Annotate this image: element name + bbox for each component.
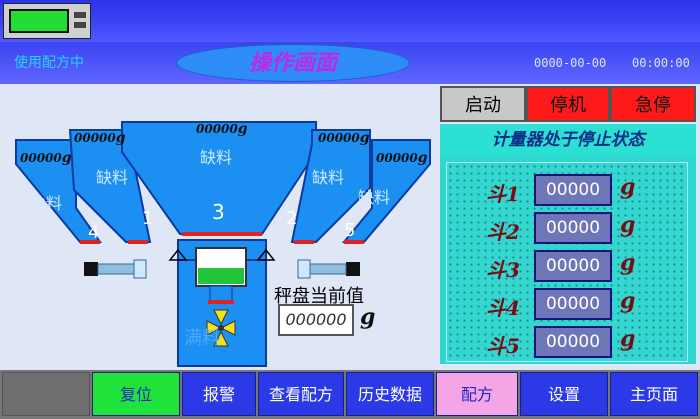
nav-blank-slot [2, 372, 90, 416]
hopper-5-status: 缺料 [358, 188, 391, 207]
hopper-4-status: 缺料 [30, 194, 63, 213]
start-button[interactable]: 启动 [440, 86, 526, 122]
alarm-button[interactable]: 报警 [182, 372, 256, 416]
stop-button[interactable]: 停机 [526, 86, 610, 122]
bucket-5-value: 00000 [534, 326, 612, 358]
hopper-4-number: 4 [88, 222, 100, 243]
scale-unit: g [360, 304, 376, 330]
device-key-icon [74, 22, 86, 28]
bucket-3-label: 斗3 [486, 258, 520, 282]
hopper-3-number: 3 [212, 200, 225, 224]
scale-spout [209, 285, 233, 303]
hopper-5-weight: 00000g [376, 150, 428, 166]
gate-indicator [182, 232, 262, 236]
bucket-4-value: 00000 [534, 288, 612, 320]
hopper-2-status: 缺料 [312, 168, 345, 187]
view-recipe-button[interactable]: 查看配方 [258, 372, 344, 416]
bucket-3-value: 00000 [534, 250, 612, 282]
gate-indicator [294, 240, 314, 244]
bucket-1-label: 斗1 [486, 182, 520, 206]
scale-gate-indicator [208, 300, 234, 304]
bucket-5-unit: g [620, 326, 636, 352]
weigher-state-text: 计量器处于停止状态 [440, 124, 696, 156]
bucket-4-unit: g [620, 288, 636, 314]
hopper-1-status: 缺料 [96, 168, 129, 187]
top-bar [0, 0, 700, 42]
hmi-device-icon [3, 3, 91, 39]
gate-indicator [128, 240, 148, 244]
right-vibrator-icon [297, 259, 360, 279]
device-screen-icon [9, 9, 69, 33]
scale-fill-level [198, 268, 244, 284]
scale-current-value: 000000 [278, 304, 354, 336]
hopper-1-number: 1 [142, 208, 154, 229]
hopper-1-weight: 00000g [74, 130, 126, 146]
hopper-2-weight: 00000g [318, 130, 370, 146]
reset-button[interactable]: 复位 [92, 372, 180, 416]
bucket-2-unit: g [620, 212, 636, 238]
bucket-1-unit: g [620, 174, 636, 200]
hopper-5-number: 5 [344, 220, 356, 241]
time-readout: 00:00:00 [632, 56, 690, 70]
formula-button[interactable]: 配方 [436, 372, 518, 416]
history-data-button[interactable]: 历史数据 [346, 372, 434, 416]
bucket-5-label: 斗5 [486, 334, 520, 358]
page-title: 操作画面 [176, 44, 410, 82]
bucket-1-value: 00000 [534, 174, 612, 206]
mixer-status: 满料 [184, 328, 220, 349]
bucket-4-label: 斗4 [486, 296, 520, 320]
hopper-2-number: 2 [286, 208, 298, 229]
emergency-stop-button[interactable]: 急停 [610, 86, 696, 122]
recipe-in-use-label: 使用配方中 [14, 55, 84, 71]
hopper-3-weight: 00000g [196, 121, 248, 137]
device-key-icon [74, 12, 86, 18]
hopper-3-status: 缺料 [200, 148, 233, 167]
left-vibrator-icon [84, 259, 147, 279]
bucket-2-label: 斗2 [486, 220, 520, 244]
date-readout: 0000-00-00 [534, 56, 607, 70]
bucket-3-unit: g [620, 250, 636, 276]
settings-button[interactable]: 设置 [520, 372, 608, 416]
hopper-4-weight: 00000g [20, 150, 72, 166]
home-page-button[interactable]: 主页面 [610, 372, 698, 416]
bucket-2-value: 00000 [534, 212, 612, 244]
